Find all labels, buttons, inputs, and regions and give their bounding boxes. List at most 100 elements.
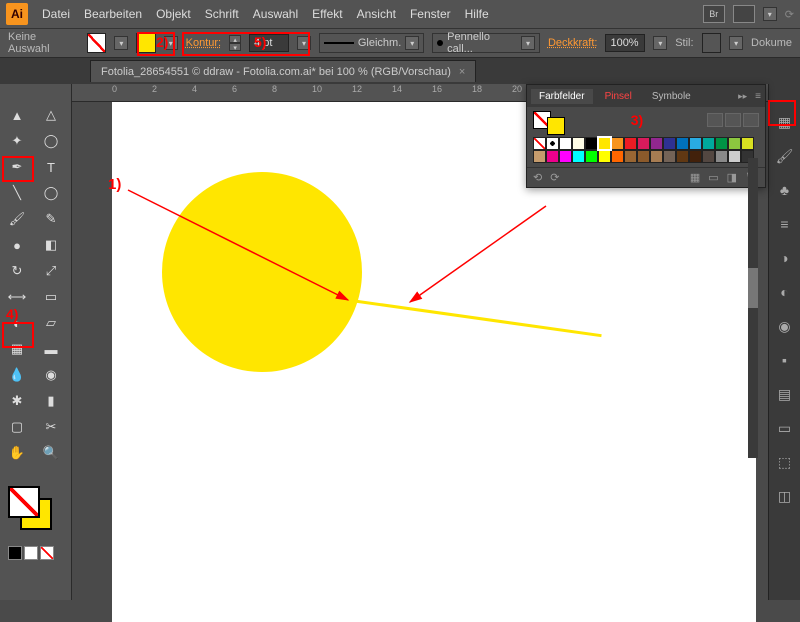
yellow-line-shape[interactable] [344, 298, 602, 337]
stroke-label[interactable]: Kontur: [186, 37, 221, 49]
swatch-cell[interactable] [559, 137, 572, 150]
swatch-cell[interactable] [624, 150, 637, 163]
swatch-cell[interactable] [611, 137, 624, 150]
stroke-up[interactable]: ▴ [229, 35, 241, 43]
swatch-cell[interactable] [728, 150, 741, 163]
stroke-profile[interactable]: Gleichm. [319, 33, 424, 53]
yellow-circle-shape[interactable] [162, 172, 362, 372]
swatch-cell[interactable] [585, 137, 598, 150]
swatch-cell[interactable] [663, 150, 676, 163]
swatch-cell[interactable] [598, 150, 611, 163]
swatches-tab[interactable]: Farbfelder [531, 89, 593, 104]
fill-color[interactable] [8, 486, 40, 518]
brush-definition[interactable]: Pennello call... [432, 33, 540, 53]
slice-tool[interactable]: ✂ [35, 415, 67, 439]
hand-tool[interactable]: ✋ [1, 441, 33, 465]
transparency-panel-icon[interactable]: ◐ [775, 282, 795, 302]
paintbrush-tool[interactable]: 🖌 [1, 207, 33, 231]
swatch-cell[interactable] [715, 150, 728, 163]
small-thumb-icon[interactable] [725, 113, 741, 127]
stroke-dropdown[interactable] [164, 36, 178, 50]
menu-object[interactable]: Objekt [156, 7, 191, 21]
scale-tool[interactable]: ⤢ [35, 259, 67, 283]
brushes-tab[interactable]: Pinsel [597, 89, 640, 104]
swatch-cell[interactable] [598, 137, 611, 150]
transform-panel-icon[interactable]: ⬚ [775, 452, 795, 472]
ellipse-tool[interactable]: ◯ [35, 181, 67, 205]
free-transform-tool[interactable]: ▭ [35, 285, 67, 309]
large-thumb-icon[interactable] [743, 113, 759, 127]
eraser-tool[interactable]: ◧ [35, 233, 67, 257]
swatch-cell[interactable] [676, 150, 689, 163]
swatch-cell[interactable] [702, 150, 715, 163]
opacity-dropdown[interactable] [653, 36, 667, 50]
gradient-mode[interactable] [24, 546, 38, 560]
mesh-tool[interactable]: ▦ [1, 337, 33, 361]
menu-select[interactable]: Auswahl [253, 7, 298, 21]
blend-tool[interactable]: ◉ [35, 363, 67, 387]
swatch-cell[interactable] [637, 150, 650, 163]
zoom-tool[interactable]: 🔍 [35, 441, 67, 465]
direct-selection-tool[interactable]: △ [35, 103, 67, 127]
swatch-cell[interactable] [533, 150, 546, 163]
swatch-cell[interactable] [728, 137, 741, 150]
menu-view[interactable]: Ansicht [357, 7, 396, 21]
swatch-cell[interactable] [702, 137, 715, 150]
fill-dropdown[interactable] [114, 36, 128, 50]
shape-builder-tool[interactable]: ◐ [1, 311, 33, 335]
swatch-cell[interactable] [572, 137, 585, 150]
none-mode[interactable] [40, 546, 54, 560]
sync-icon[interactable]: ⟳ [785, 8, 794, 21]
menu-file[interactable]: Datei [42, 7, 70, 21]
swatch-options-icon[interactable]: ▦ [690, 171, 700, 184]
menu-effect[interactable]: Effekt [312, 7, 342, 21]
brushes-panel-icon[interactable]: 🖌 [775, 146, 795, 166]
arrange-button[interactable] [733, 5, 755, 23]
stroke-weight-input[interactable] [249, 34, 289, 52]
perspective-tool[interactable]: ▱ [35, 311, 67, 335]
stroke-weight-dropdown[interactable] [297, 36, 311, 50]
swatch-cell[interactable] [689, 150, 702, 163]
list-view-icon[interactable] [707, 113, 723, 127]
swatch-cell[interactable] [689, 137, 702, 150]
fill-swatch[interactable] [87, 33, 107, 53]
document-tab[interactable]: Fotolia_28654551 © ddraw - Fotolia.com.a… [90, 60, 476, 82]
document-setup[interactable]: Dokume [751, 37, 792, 49]
opacity-label[interactable]: Deckkraft: [548, 37, 598, 49]
rotate-tool[interactable]: ↻ [1, 259, 33, 283]
pathfinder-panel-icon[interactable]: ◫ [775, 486, 795, 506]
symbol-sprayer-tool[interactable]: ✱ [1, 389, 33, 413]
selection-tool[interactable]: ▲ [1, 103, 33, 127]
panel-expand[interactable]: ▸▸ [738, 91, 747, 102]
gradient-tool[interactable]: ▬ [35, 337, 67, 361]
pen-tool[interactable]: ✒ [1, 155, 33, 179]
swatch-cell[interactable] [715, 137, 728, 150]
swatch-cell[interactable] [624, 137, 637, 150]
swatch-cell[interactable] [546, 137, 559, 150]
vertical-scrollbar[interactable] [748, 158, 758, 458]
width-tool[interactable]: ⟷ [1, 285, 33, 309]
new-color-group-icon[interactable]: ▭ [708, 171, 718, 184]
artboard-tool[interactable]: ▢ [1, 415, 33, 439]
opacity-input[interactable] [605, 34, 645, 52]
blob-brush-tool[interactable]: ● [1, 233, 33, 257]
tab-close[interactable]: × [459, 66, 465, 78]
panel-stroke-swatch[interactable] [547, 117, 565, 135]
swatch-cell[interactable] [559, 150, 572, 163]
lasso-tool[interactable]: ◯ [35, 129, 67, 153]
color-mode[interactable] [8, 546, 22, 560]
swatch-cell[interactable] [676, 137, 689, 150]
style-swatch[interactable] [702, 33, 722, 53]
menu-help[interactable]: Hilfe [465, 7, 489, 21]
swatch-libraries-icon[interactable]: ⟲ [533, 171, 542, 184]
fill-stroke-indicator[interactable] [8, 486, 56, 534]
graphic-styles-icon[interactable]: ▪ [775, 350, 795, 370]
scrollbar-thumb[interactable] [748, 268, 758, 308]
new-swatch-icon[interactable]: ◨ [727, 171, 737, 184]
layers-panel-icon[interactable]: ▤ [775, 384, 795, 404]
swatch-cell[interactable] [611, 150, 624, 163]
swatch-kind-icon[interactable]: ⟳ [550, 171, 559, 184]
style-dropdown[interactable] [729, 36, 743, 50]
swatch-cell[interactable] [546, 150, 559, 163]
magic-wand-tool[interactable]: ✦ [1, 129, 33, 153]
